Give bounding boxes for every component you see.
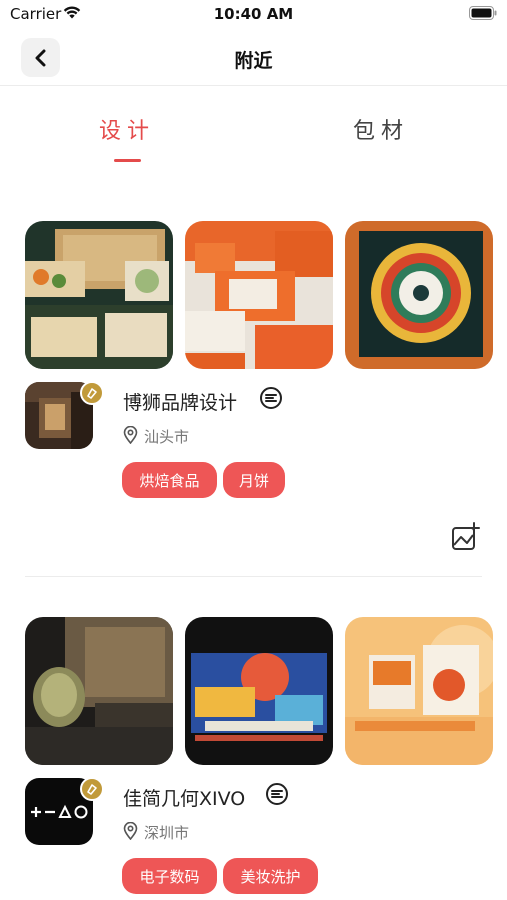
tab-active-indicator [114,159,141,162]
category-tag[interactable]: 月饼 [223,462,285,498]
portfolio-image[interactable] [25,221,173,369]
portfolio-image[interactable] [25,617,173,765]
status-bar: Carrier 10:40 AM [0,0,507,28]
portfolio-image[interactable] [185,617,333,765]
chat-icon[interactable] [259,386,283,410]
chat-icon[interactable] [265,782,289,806]
location-pin-icon [123,426,138,444]
category-tag[interactable]: 美妆洗护 [223,858,318,894]
studio-card[interactable]: 博狮品牌设计 汕头市 烘焙食品 月饼 [0,221,507,577]
battery-icon [469,6,497,20]
portfolio-image[interactable] [345,617,493,765]
location-pin-icon [123,822,138,840]
verified-badge-icon [80,381,104,405]
tab-design[interactable]: 设计 [99,113,155,145]
clock: 10:40 AM [213,5,294,23]
category-tag[interactable]: 电子数码 [122,858,217,894]
portfolio-image[interactable] [345,221,493,369]
nav-divider [0,85,507,86]
studio-city: 汕头市 [144,428,190,446]
studio-card[interactable]: 佳简几何XIVO 深圳市 电子数码 美妆洗护 [0,617,507,900]
tab-packaging[interactable]: 包材 [353,113,409,145]
studio-city: 深圳市 [144,824,190,842]
category-tag[interactable]: 烘焙食品 [122,462,217,498]
studio-name[interactable]: 佳简几何XIVO [123,784,245,811]
studio-name[interactable]: 博狮品牌设计 [123,388,237,415]
page-title: 附近 [234,50,273,72]
verified-badge-icon [80,777,104,801]
card-divider [25,576,482,577]
portfolio-image[interactable] [185,221,333,369]
add-image-icon[interactable] [450,521,481,552]
nav-bar: 附近 [0,36,507,80]
